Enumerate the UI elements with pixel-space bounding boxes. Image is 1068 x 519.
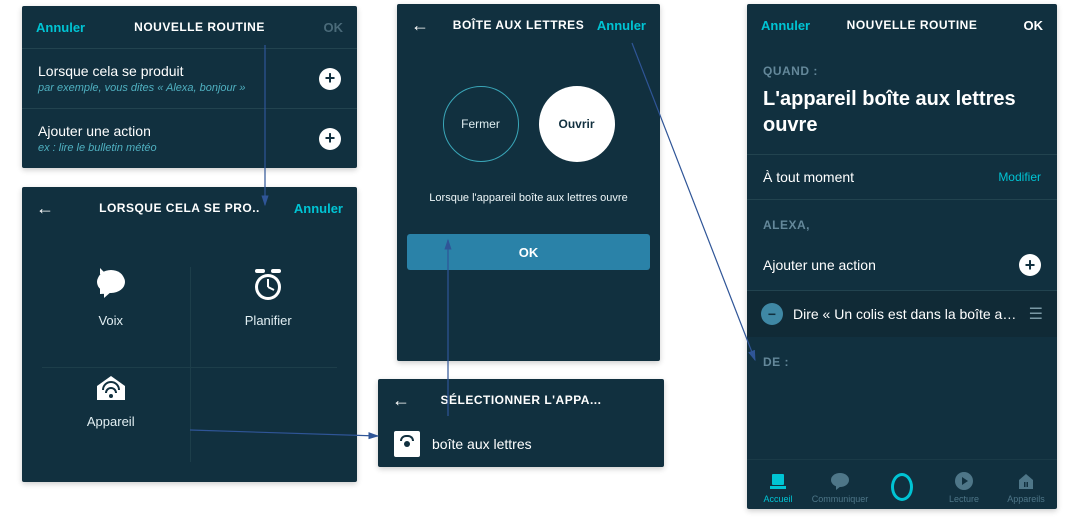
from-label: DE : xyxy=(747,337,1057,377)
add-action-row[interactable]: Ajouter une action + xyxy=(747,240,1057,290)
ok-disabled: OK xyxy=(303,20,343,35)
nav-devices-label: Appareils xyxy=(1007,494,1045,504)
back-arrow-icon[interactable]: ← xyxy=(392,390,432,411)
anytime-text: À tout moment xyxy=(763,169,854,185)
panel2-header: ← LORSQUE CELA SE PRO.. Annuler xyxy=(22,187,357,229)
nav-alexa[interactable] xyxy=(871,476,933,498)
panel-when-triggers: ← LORSQUE CELA SE PRO.. Annuler Voix xyxy=(22,187,357,482)
devices-icon xyxy=(1015,470,1037,492)
when-label: QUAND : xyxy=(747,46,1057,86)
ok-button[interactable]: OK xyxy=(407,234,650,270)
modify-link[interactable]: Modifier xyxy=(998,170,1041,184)
device-row-mailbox[interactable]: boîte aux lettres xyxy=(378,421,664,467)
nav-home-label: Accueil xyxy=(763,494,792,504)
panel-select-device: ← SÉLECTIONNER L'APPA... boîte aux lettr… xyxy=(378,379,664,467)
nav-devices[interactable]: Appareils xyxy=(995,470,1057,504)
panel5-header: Annuler NOUVELLE ROUTINE OK xyxy=(747,4,1057,46)
home-icon xyxy=(767,470,789,492)
mailbox-device-icon xyxy=(394,431,420,457)
device-icon xyxy=(93,368,129,404)
nav-play-label: Lecture xyxy=(949,494,979,504)
panel-routine-configured: Annuler NOUVELLE ROUTINE OK QUAND : L'ap… xyxy=(747,4,1057,509)
cancel-link[interactable]: Annuler xyxy=(283,201,343,216)
clock-icon xyxy=(250,267,286,303)
panel-mailbox-state: ← BOÎTE AUX LETTRES Annuler Fermer Ouvri… xyxy=(397,4,660,361)
alexa-ring-icon xyxy=(891,476,913,498)
chat-icon xyxy=(829,470,851,492)
nav-communicate[interactable]: Communiquer xyxy=(809,470,871,504)
ok-button[interactable]: OK xyxy=(1003,18,1043,33)
when-this-happens-row[interactable]: Lorsque cela se produit par exemple, vou… xyxy=(22,48,357,108)
back-arrow-icon[interactable]: ← xyxy=(36,198,76,219)
when-description: L'appareil boîte aux lettres ouvre xyxy=(747,86,1057,154)
add-action-row[interactable]: Ajouter une action ex : lire le bulletin… xyxy=(22,108,357,168)
panel3-header: ← BOÎTE AUX LETTRES Annuler xyxy=(397,4,660,46)
action-heading: Ajouter une action xyxy=(38,123,157,139)
panel4-title: SÉLECTIONNER L'APPA... xyxy=(432,393,610,407)
action-item-text: Dire « Un colis est dans la boîte au... xyxy=(793,306,1019,322)
grid-divider-v xyxy=(190,267,191,462)
option-open[interactable]: Ouvrir xyxy=(539,86,615,162)
drag-handle-icon[interactable]: ☰ xyxy=(1029,304,1043,324)
trigger-schedule[interactable]: Planifier xyxy=(190,247,348,348)
anytime-row[interactable]: À tout moment Modifier xyxy=(747,155,1057,199)
plus-icon[interactable]: + xyxy=(1019,254,1041,276)
trigger-device-label: Appareil xyxy=(87,414,135,429)
panel2-title: LORSQUE CELA SE PRO.. xyxy=(76,201,283,215)
back-arrow-icon[interactable]: ← xyxy=(411,15,451,36)
panel1-header: Annuler NOUVELLE ROUTINE OK xyxy=(22,6,357,48)
cancel-link[interactable]: Annuler xyxy=(36,20,96,35)
panel1-title: NOUVELLE ROUTINE xyxy=(96,20,303,34)
trigger-voice-label: Voix xyxy=(98,313,123,328)
nav-play[interactable]: Lecture xyxy=(933,470,995,504)
action-item-say[interactable]: − Dire « Un colis est dans la boîte au..… xyxy=(747,291,1057,337)
trigger-schedule-label: Planifier xyxy=(245,313,292,328)
when-subtext: par exemple, vous dites « Alexa, bonjour… xyxy=(38,82,246,94)
cancel-link[interactable]: Annuler xyxy=(761,18,821,33)
state-options: Fermer Ouvrir xyxy=(397,46,660,192)
cancel-link[interactable]: Annuler xyxy=(586,18,646,33)
panel-new-routine-initial: Annuler NOUVELLE ROUTINE OK Lorsque cela… xyxy=(22,6,357,168)
panel4-header: ← SÉLECTIONNER L'APPA... xyxy=(378,379,664,421)
voice-icon xyxy=(93,267,129,303)
option-close[interactable]: Fermer xyxy=(443,86,519,162)
remove-icon[interactable]: − xyxy=(761,303,783,325)
trigger-voice[interactable]: Voix xyxy=(32,247,190,348)
add-action-text: Ajouter une action xyxy=(763,257,876,273)
when-heading: Lorsque cela se produit xyxy=(38,63,246,79)
nav-home[interactable]: Accueil xyxy=(747,470,809,504)
state-caption: Lorsque l'appareil boîte aux lettres ouv… xyxy=(397,192,660,224)
panel3-title: BOÎTE AUX LETTRES xyxy=(451,18,586,32)
trigger-device[interactable]: Appareil xyxy=(32,348,190,449)
plus-icon[interactable]: + xyxy=(319,128,341,150)
device-name: boîte aux lettres xyxy=(432,436,532,452)
action-subtext: ex : lire le bulletin météo xyxy=(38,142,157,154)
play-icon xyxy=(953,470,975,492)
panel5-title: NOUVELLE ROUTINE xyxy=(821,18,1003,32)
alexa-label: ALEXA, xyxy=(747,200,1057,240)
plus-icon[interactable]: + xyxy=(319,68,341,90)
nav-communicate-label: Communiquer xyxy=(812,494,869,504)
bottom-nav: Accueil Communiquer Lecture Appareils xyxy=(747,459,1057,509)
